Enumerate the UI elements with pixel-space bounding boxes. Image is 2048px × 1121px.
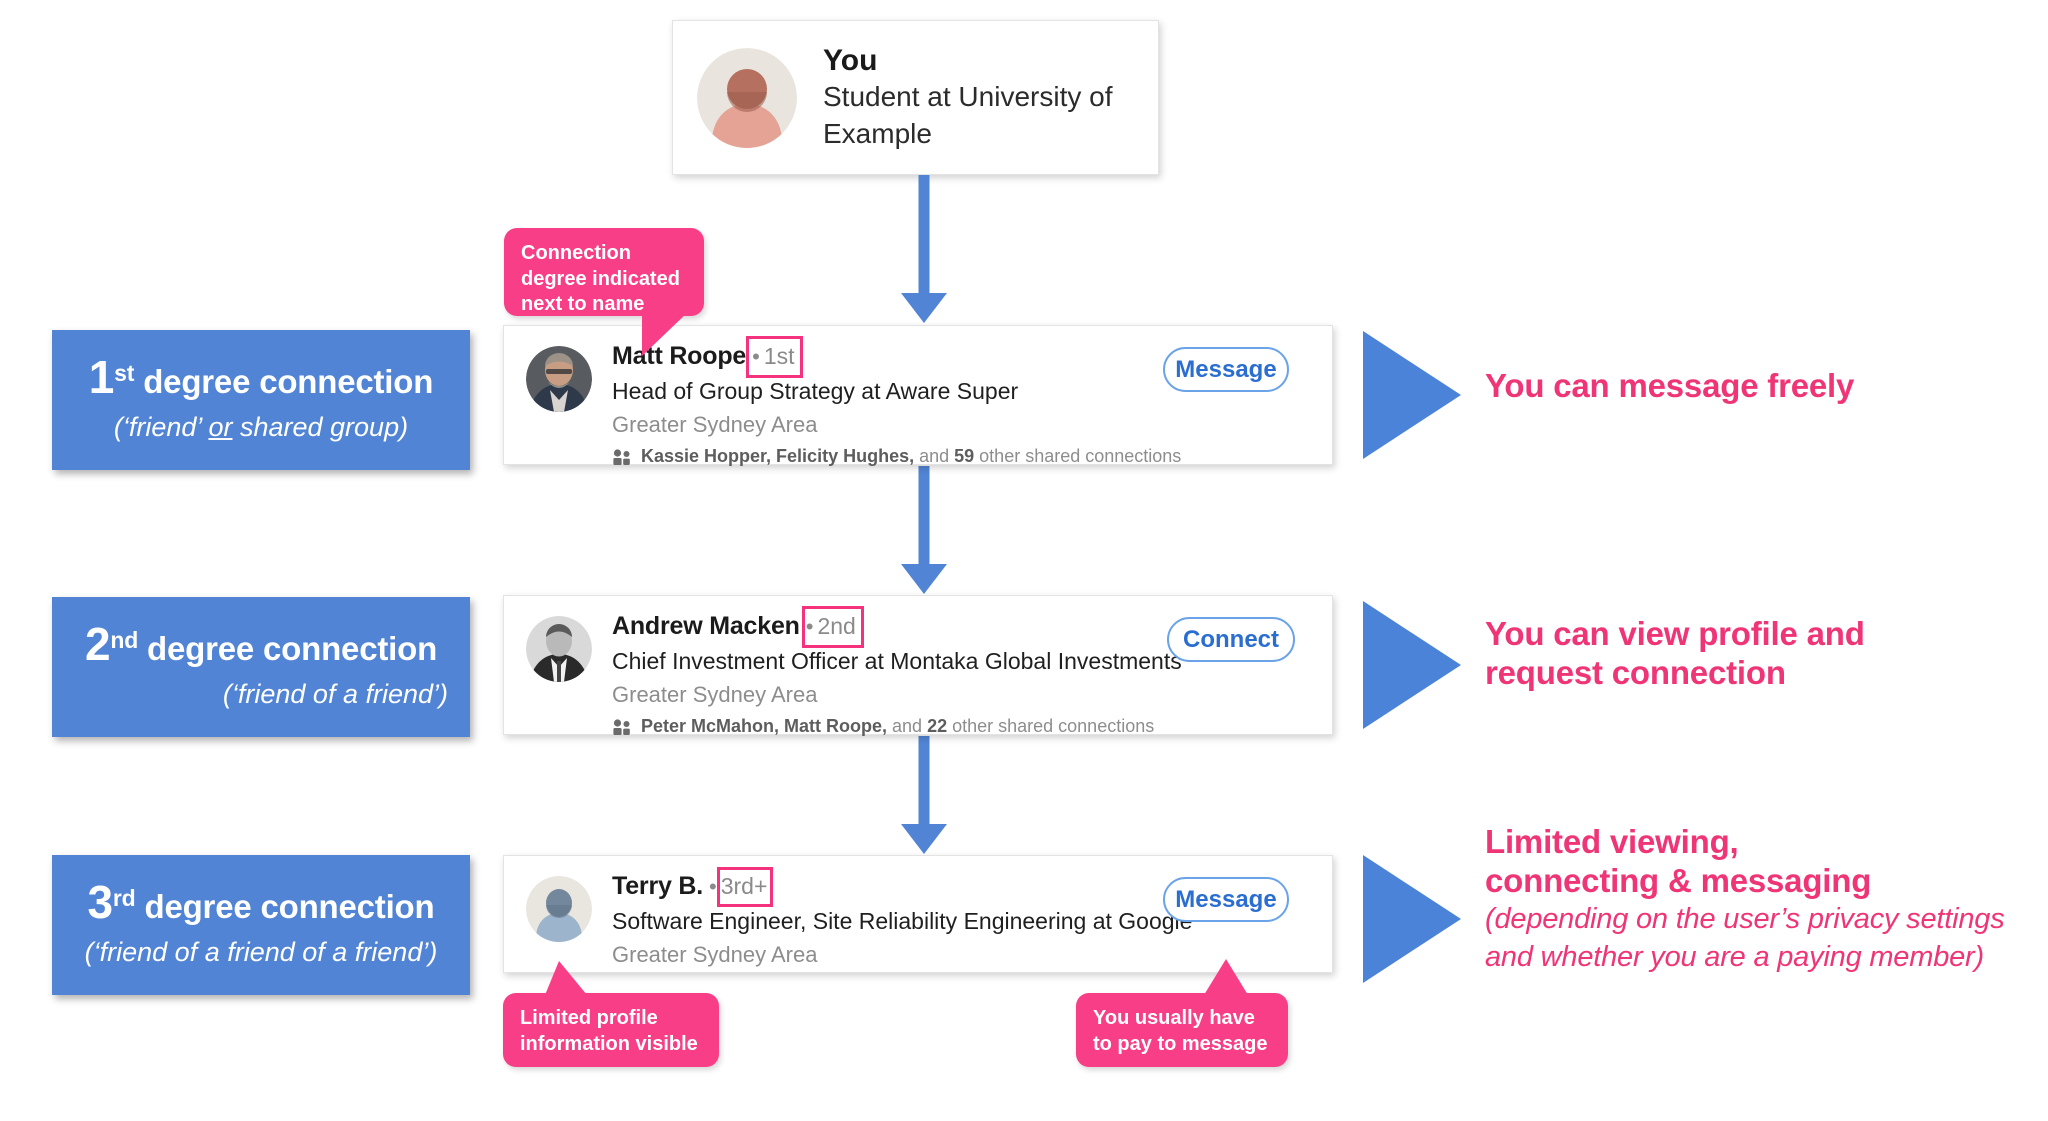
people-group-icon [612, 449, 632, 465]
arrow-shaft [918, 175, 930, 293]
shared-count: 59 [954, 446, 975, 467]
outcome-italic-line-1: (depending on the user’s privacy setting… [1485, 902, 2005, 935]
shared-names: Kassie Hopper, Felicity Hughes, [641, 446, 915, 467]
degree-label-title: 2nd degree connection [74, 621, 448, 668]
person-card-first-degree[interactable]: Matt Roope • 1st Head of Group Strategy … [503, 325, 1333, 467]
callout-limited-profile: Limited profile information visible [503, 961, 719, 1067]
degree-ordinal: st [114, 360, 135, 387]
outcome-triangle-third [1363, 855, 1461, 983]
callout-line-2: degree indicated [521, 267, 680, 290]
photo-avatar-matt-roope [526, 346, 592, 412]
outcome-line-1: You can message freely [1485, 367, 1855, 404]
degree-number: 2 [84, 618, 111, 671]
person-location: Greater Sydney Area [612, 411, 818, 437]
shared-suffix: other shared connections [974, 446, 1182, 467]
connector-arrow-first-to-second [901, 466, 947, 594]
degree-value: 1st [763, 343, 795, 369]
degree-label-title: 3rd degree connection [74, 879, 448, 926]
shared-connections-row: Peter McMahon, Matt Roope, and 22 other … [612, 716, 1332, 737]
outcome-triangle-first [1363, 331, 1461, 459]
degree-label-third: 3rd degree connection (‘friend of a frie… [52, 855, 470, 995]
callout-line-2: information visible [520, 1032, 698, 1055]
connector-arrow-you-to-first [901, 175, 947, 323]
person-card-second-degree[interactable]: Andrew Macken • 2nd Chief Investment Off… [503, 595, 1333, 737]
degree-number: 1 [88, 351, 115, 404]
degree-badge: • 3rd+ [707, 867, 774, 907]
shared-mid: and [914, 446, 955, 467]
connector-arrow-second-to-third [901, 736, 947, 854]
shared-mid: and [887, 716, 928, 737]
arrow-head [901, 564, 947, 594]
degree-label-first: 1st degree connection (‘friend’ or share… [52, 330, 470, 470]
people-group-icon [612, 719, 632, 735]
outcome-text-first: You can message freely [1485, 367, 1854, 406]
shared-connections-text: Kassie Hopper, Felicity Hughes, and 59 o… [641, 446, 1181, 467]
outcome-text-third: Limited viewing, connecting & messaging … [1485, 823, 2005, 976]
callout-line-1: Limited profile [520, 1007, 658, 1029]
outcome-triangle-second [1363, 601, 1461, 729]
outcome-line-2: connecting & messaging [1485, 861, 1872, 899]
shared-connections-row: Kassie Hopper, Felicity Hughes, and 59 o… [612, 446, 1332, 467]
arrow-head [901, 824, 947, 854]
degree-separator-dot: • [805, 613, 814, 639]
callout-tail [642, 312, 688, 356]
degree-number: 3 [87, 876, 114, 929]
degree-label-title: 1st degree connection [74, 354, 448, 401]
degree-label-subtitle: (‘friend’ or shared group) [74, 411, 448, 443]
outcome-line-1: Limited viewing, [1485, 823, 1739, 860]
you-name: You [823, 43, 878, 77]
outcome-text-second: You can view profile and request connect… [1485, 615, 1865, 693]
you-role: Student at University of Example [823, 81, 1113, 150]
arrow-shaft [918, 736, 930, 824]
arrow-head [901, 293, 947, 323]
degree-label-second: 2nd degree connection (‘friend of a frie… [52, 597, 470, 737]
degree-value: 2nd [817, 613, 856, 639]
callout-connection-degree: Connection degree indicated next to name [504, 228, 704, 356]
photo-avatar-andrew-macken [526, 616, 592, 682]
outcome-italic-line-2: and whether you are a paying member) [1485, 940, 1984, 973]
degree-title-rest: degree connection [134, 363, 434, 401]
person-location: Greater Sydney Area [612, 681, 818, 707]
degree-title-rest: degree connection [138, 630, 438, 668]
callout-line-2: to pay to message [1093, 1032, 1268, 1055]
degree-label-subtitle: (‘friend of a friend of a friend’) [84, 937, 438, 968]
degree-ordinal: rd [112, 885, 136, 912]
callout-line-1: Connection [521, 242, 631, 264]
degree-value: 3rd+ [720, 873, 768, 899]
callout-tail [1204, 959, 1248, 995]
degree-label-subtitle: (‘friend of a friend’) [222, 679, 448, 710]
you-card-text: You Student at University of Example [823, 42, 1113, 153]
degree-badge: • 1st [746, 336, 803, 378]
subtitle-prefix: (‘friend’ [113, 412, 209, 443]
degree-title-rest: degree connection [135, 888, 435, 926]
message-button-first-degree[interactable]: Message [1163, 347, 1289, 392]
subtitle-suffix: shared group) [232, 412, 409, 443]
callout-line-1: You usually have [1093, 1007, 1255, 1029]
degree-separator-dot: • [752, 343, 760, 369]
placeholder-avatar-icon [526, 876, 592, 942]
degree-separator-dot: • [709, 873, 717, 899]
you-card: You Student at University of Example [672, 20, 1159, 175]
person-name: Terry B. [612, 872, 704, 900]
connect-button-second-degree[interactable]: Connect [1167, 617, 1295, 662]
degree-badge: • 2nd [801, 606, 864, 648]
shared-connections-text: Peter McMahon, Matt Roope, and 22 other … [641, 716, 1154, 737]
shared-suffix: other shared connections [947, 716, 1155, 737]
message-button-third-degree[interactable]: Message [1163, 877, 1289, 922]
subtitle-underlined: or [208, 412, 233, 443]
person-name: Andrew Macken [612, 612, 800, 640]
shared-names: Peter McMahon, Matt Roope, [641, 716, 888, 737]
person-avatar-icon [697, 47, 797, 148]
shared-count: 22 [927, 716, 948, 737]
degree-ordinal: nd [110, 627, 139, 654]
callout-tail [545, 961, 587, 995]
callout-pay-to-message: You usually have to pay to message [1076, 959, 1288, 1067]
arrow-shaft [918, 466, 930, 564]
outcome-line-2: request connection [1485, 653, 1786, 691]
diagram-canvas: You Student at University of Example 1st… [0, 0, 2048, 1121]
outcome-line-1: You can view profile and [1485, 615, 1865, 652]
